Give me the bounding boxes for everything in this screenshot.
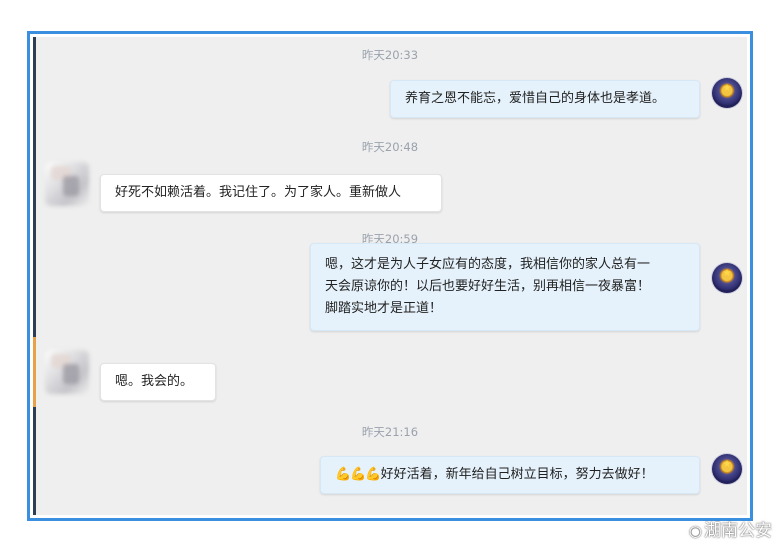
watermark-text: 湖南公安 xyxy=(704,521,772,540)
message-bubble-outgoing[interactable]: 养育之恩不能忘，爱惜自己的身体也是孝道。 xyxy=(390,80,700,118)
chat-window-frame: 昨天20:33 养育之恩不能忘，爱惜自己的身体也是孝道。 ★ 昨天20:48 好… xyxy=(27,31,753,521)
timestamp: 昨天20:48 xyxy=(361,140,419,154)
message-text: 嗯。我会的。 xyxy=(115,374,194,389)
sidebar-edge-accent xyxy=(33,337,36,407)
message-bubble-outgoing[interactable]: 💪💪💪好好活着，新年给自己树立目标，努力去做好！ xyxy=(320,456,700,494)
watermark: ◉ 湖南公安 xyxy=(689,516,772,541)
message-text: 好死不如赖活着。我记住了。为了家人。重新做人 xyxy=(115,185,402,200)
user-avatar[interactable] xyxy=(45,350,89,394)
flexed-biceps-icon: 💪💪💪 xyxy=(335,467,382,482)
message-bubble-incoming[interactable]: 嗯。我会的。 xyxy=(100,363,216,401)
police-avatar-icon[interactable]: ★ xyxy=(712,263,742,293)
message-bubble-outgoing[interactable]: 嗯，这才是为人子女应有的态度，我相信你的家人总有一 天会原谅你的！以后也要好好生… xyxy=(310,243,700,331)
sidebar-edge xyxy=(33,37,36,515)
user-avatar[interactable] xyxy=(45,162,89,206)
police-avatar-icon[interactable]: ★ xyxy=(712,454,742,484)
chat-panel: 昨天20:33 养育之恩不能忘，爱惜自己的身体也是孝道。 ★ 昨天20:48 好… xyxy=(33,37,747,515)
message-text-line: 脚踏实地才是正道！ xyxy=(325,301,443,316)
police-avatar-icon[interactable]: ★ xyxy=(712,78,742,108)
timestamp: 昨天21:16 xyxy=(361,425,419,439)
weibo-icon: ◉ xyxy=(688,523,702,540)
message-text: 养育之恩不能忘，爱惜自己的身体也是孝道。 xyxy=(405,91,666,106)
message-text: 好好活着，新年给自己树立目标，努力去做好！ xyxy=(380,467,654,482)
message-text-line: 天会原谅你的！以后也要好好生活，别再相信一夜暴富！ xyxy=(325,279,651,294)
message-bubble-incoming[interactable]: 好死不如赖活着。我记住了。为了家人。重新做人 xyxy=(100,174,442,212)
timestamp: 昨天20:33 xyxy=(361,48,419,62)
message-text-line: 嗯，这才是为人子女应有的态度，我相信你的家人总有一 xyxy=(325,257,651,272)
